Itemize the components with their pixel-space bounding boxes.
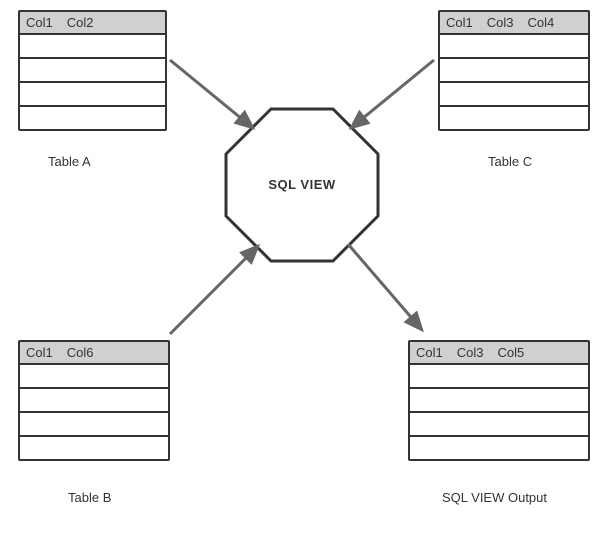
table-row [440,35,588,59]
table-row [410,365,588,389]
table-b-caption: Table B [68,490,111,505]
table-row [410,437,588,459]
table-b: Col1 Col6 [18,340,170,461]
table-row [440,107,588,129]
table-b-col2: Col6 [67,345,94,360]
table-row [20,107,165,129]
table-a-col1: Col1 [26,15,53,30]
table-a-caption: Table A [48,154,91,169]
table-row [440,59,588,83]
table-row [20,413,168,437]
table-output-col1: Col1 [416,345,443,360]
table-c: Col1 Col3 Col4 [438,10,590,131]
table-output: Col1 Col3 Col5 [408,340,590,461]
diagram-canvas: Col1 Col2 Table A Col1 Col3 Col4 Table C… [0,0,605,533]
table-c-caption: Table C [488,154,532,169]
table-row [20,365,168,389]
table-row [20,59,165,83]
table-row [20,83,165,107]
table-b-header: Col1 Col6 [20,342,168,365]
sql-view-octagon: SQL VIEW [222,105,382,265]
table-c-col2: Col3 [487,15,514,30]
table-a: Col1 Col2 [18,10,167,131]
table-row [20,389,168,413]
table-output-caption: SQL VIEW Output [442,490,547,505]
table-c-col3: Col4 [528,15,555,30]
table-c-header: Col1 Col3 Col4 [440,12,588,35]
table-row [20,437,168,459]
table-output-col2: Col3 [457,345,484,360]
table-row [410,413,588,437]
table-b-col1: Col1 [26,345,53,360]
table-row [440,83,588,107]
table-row [20,35,165,59]
table-a-header: Col1 Col2 [20,12,165,35]
table-output-col3: Col5 [498,345,525,360]
table-a-col2: Col2 [67,15,94,30]
sql-view-label: SQL VIEW [222,177,382,192]
table-output-header: Col1 Col3 Col5 [410,342,588,365]
table-c-col1: Col1 [446,15,473,30]
table-row [410,389,588,413]
